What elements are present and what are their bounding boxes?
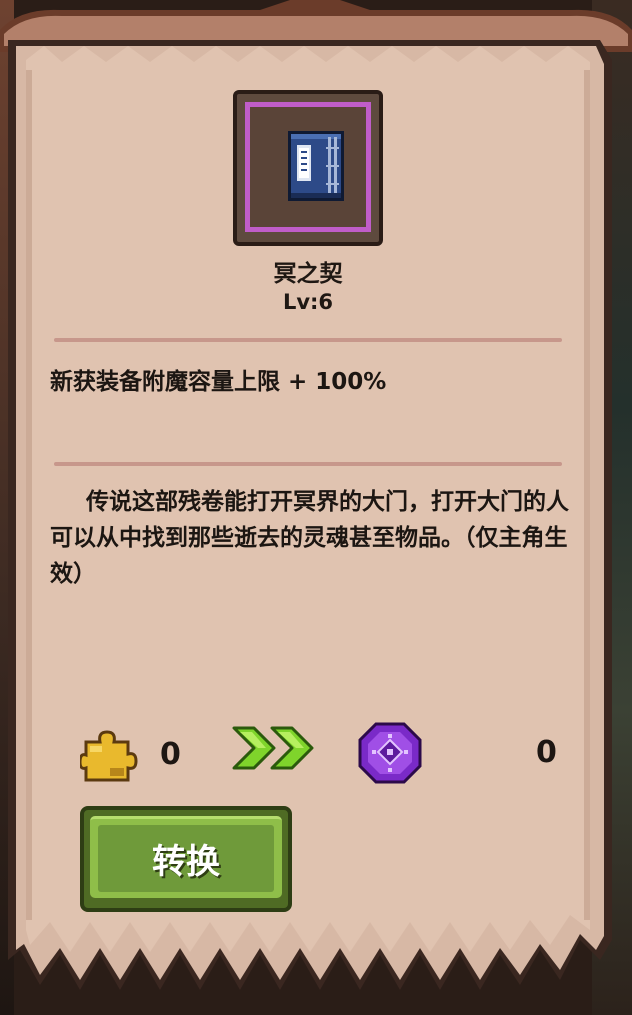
divider-middle: [54, 462, 562, 466]
blue-book-icon: [288, 131, 344, 201]
purple-rune-icon: [358, 722, 422, 784]
item-description: 传说这部残卷能打开冥界的大门，打开大门的人可以从中找到那些逝去的灵魂甚至物品。（…: [50, 489, 569, 587]
item-effect: 新获装备附魔容量上限 + 100%: [50, 369, 387, 395]
item-slot[interactable]: [233, 90, 383, 246]
item-level: Lv:6: [282, 290, 334, 314]
item-detail-screen: 冥之契 Lv:6 新获装备附魔容量上限 + 100% 传说这部残卷能打开冥界的大…: [0, 0, 632, 1015]
double-chevron-right-icon: [232, 726, 314, 770]
from-count: 0: [160, 737, 181, 772]
convert-button-inner: 转换: [98, 825, 274, 892]
item-name: 冥之契: [273, 261, 343, 287]
convert-button-label: 转换: [152, 842, 220, 882]
convert-button-face: 转换: [90, 816, 282, 898]
item-rarity-frame: [245, 102, 371, 232]
puzzle-piece-icon: [80, 730, 138, 782]
convert-button[interactable]: 转换: [80, 806, 292, 912]
to-count: 0: [536, 735, 557, 770]
divider-top: [54, 338, 562, 342]
